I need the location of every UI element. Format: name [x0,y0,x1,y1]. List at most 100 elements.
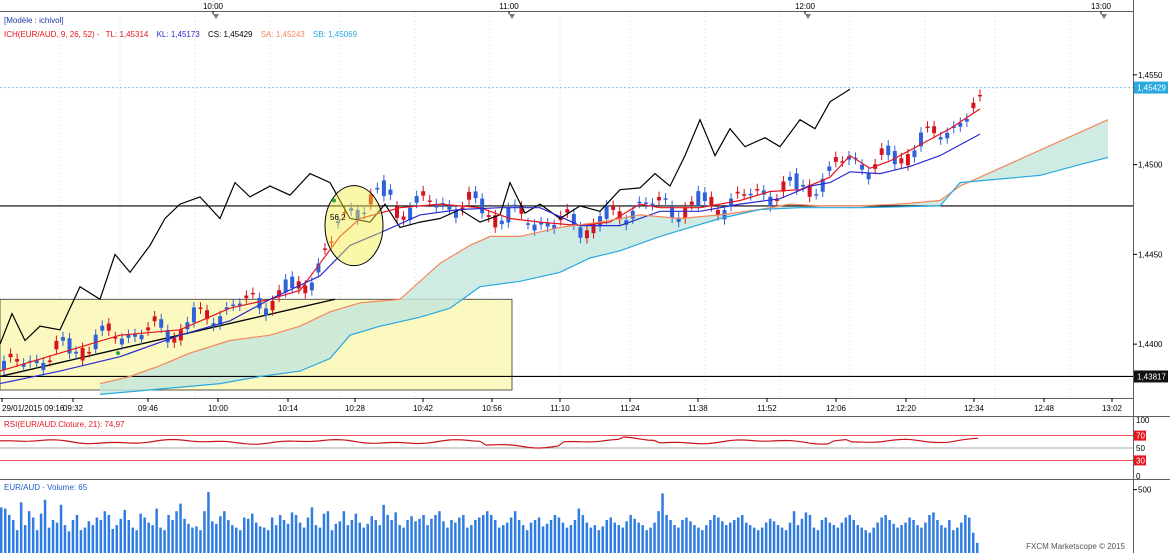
volume-bar [900,525,903,553]
volume-bar [601,526,604,553]
volume-bar [103,511,107,553]
volume-bar [426,525,429,553]
time-tick-label: 11:38 [688,404,708,413]
volume-bar [498,527,501,553]
candle-body [689,201,694,205]
volume-bar [585,522,589,553]
candle-body [702,192,707,202]
volume-bar [764,522,768,553]
volume-bar [529,522,533,553]
volume-bar [924,522,927,553]
volume-bar [19,502,23,553]
time-tick-label: 09:46 [138,404,159,413]
volume-bar [131,527,134,553]
volume-bar [127,520,130,553]
volume-bar [756,530,760,553]
volume-bar [394,512,397,553]
candle-body [814,194,819,196]
volume-bar [374,520,377,553]
candle-body [742,194,747,196]
legend-tl: TL: 1,45314 [106,30,149,39]
chart-window: 100 70 50 30 0 500 10:00 11:00 12:00 13:00 1,455… [0,0,1170,554]
volume-bar [223,511,226,553]
volume-bar [278,515,282,553]
legend-kl: KL: 1,45173 [157,30,201,39]
volume-bar [725,525,728,553]
candle-body [630,210,635,219]
volume-bar [227,520,230,553]
time-tick-label: 13:02 [1102,404,1123,413]
volume-bar [705,525,708,553]
volume-bar [27,511,31,553]
candle-body [191,307,196,323]
volume-bar [294,515,298,553]
volume-bar [677,527,680,553]
volume-bar [940,525,943,553]
volume-bar [95,517,99,553]
candle-body [146,327,151,331]
volume-bar [231,525,234,553]
volume-bar [509,517,513,553]
rsi-line [0,436,979,449]
volume-bar [31,517,35,553]
volume-bar [410,516,413,553]
volume-bar [362,527,365,553]
volume-bar [139,513,142,553]
volume-bar [470,525,473,553]
candle-body [833,157,838,162]
volume-bar [685,517,688,553]
volume-bar [442,521,445,553]
volume-bar [972,532,975,553]
volume-bar [187,523,190,553]
volume-bar [880,517,883,553]
candle-body [611,205,616,210]
volume-bar [418,518,421,553]
volume-bar [406,520,409,553]
volume-bar [386,515,389,553]
candle-body [637,201,642,204]
volume-bar [12,520,15,553]
time-tick-label: 12:06 [826,404,847,413]
candle-body [755,189,760,191]
volume-bar [310,507,314,553]
volume-bar [163,530,166,553]
candle-body [152,316,157,322]
volume-bar [179,503,182,553]
volume-bar [569,525,573,553]
annotation-label: 56,2 [330,213,346,222]
candle-body [100,325,105,331]
time-tick-label: 11:24 [620,404,640,413]
time-tick-label: 12:20 [896,404,917,413]
volume-bar [517,520,521,553]
candle-body [290,276,295,289]
candle-body [650,203,655,206]
volume-bar [657,511,660,553]
candle-body [106,323,111,331]
volume-bar [450,520,453,553]
candle-body [421,191,426,196]
volume-bar [274,525,278,553]
candle-body [748,193,753,196]
volume-bar [322,513,326,553]
price-panel [0,12,1133,398]
volume-bar [920,527,923,553]
legend-sb: SB: 1,45069 [313,30,358,39]
time-tick-label: 10:14 [278,404,299,413]
volume-bar [191,527,194,553]
candle-body [971,102,976,109]
volume-bar [314,525,318,553]
volume-bar [494,520,497,553]
volume-bar [330,530,334,553]
rsi-title: RSI(EUR/AUD.Cloture, 21): 74,97 [4,420,125,429]
volume-bar [816,530,820,553]
volume-bar [119,518,122,553]
volume-bar [135,530,138,553]
annotation-dot [116,351,120,356]
volume-bar [936,520,939,553]
rsi-level-label: 30 [1136,456,1145,465]
volume-bar [956,527,959,553]
volume-bar [561,522,565,553]
volume-bar [617,525,620,553]
candle-body [499,220,504,225]
volume-bar [665,515,668,553]
